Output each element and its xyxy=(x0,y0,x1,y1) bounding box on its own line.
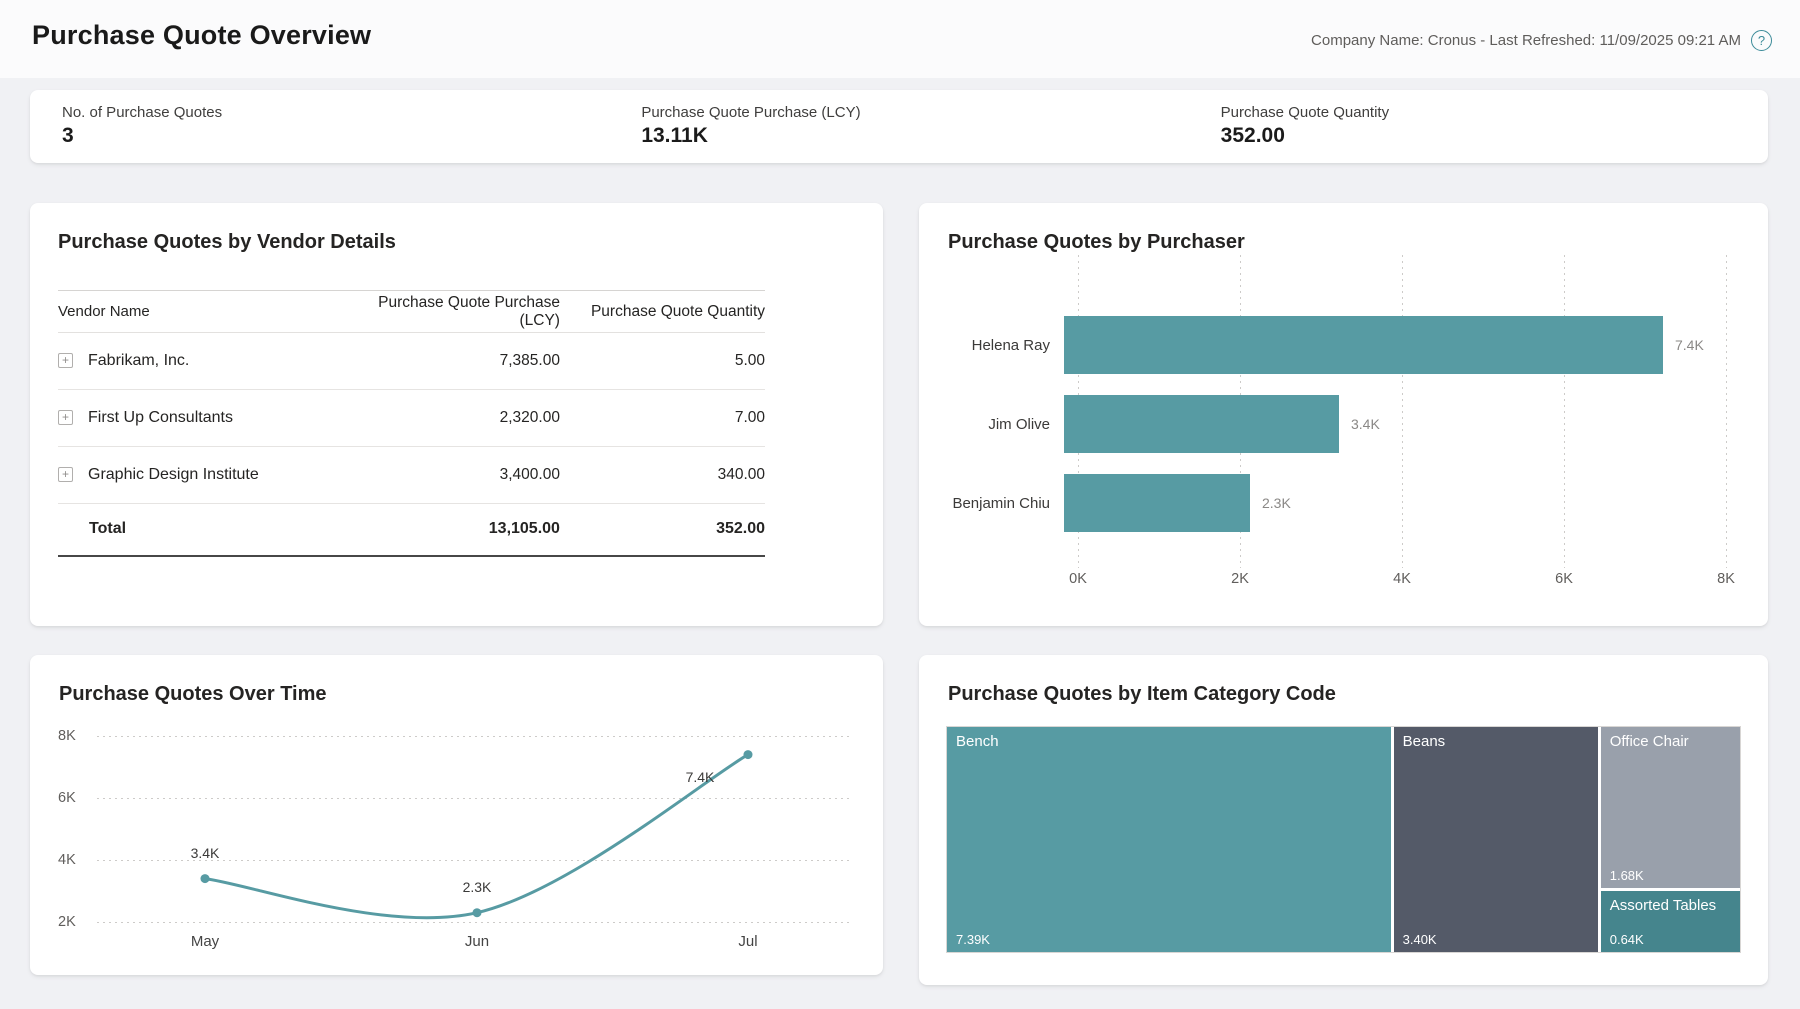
total-purchase-lcy: 13,105.00 xyxy=(376,504,560,556)
treemap-value: 0.64K xyxy=(1610,932,1644,947)
treemap-value: 1.68K xyxy=(1610,868,1644,883)
line-series xyxy=(30,655,883,975)
total-label: Total xyxy=(58,504,376,556)
kpi-purchase-quote-purchase-lcy: Purchase Quote Purchase (LCY) 13.11K xyxy=(609,90,1188,163)
x-axis-tick: 0K xyxy=(1069,571,1087,587)
quantity-value: 340.00 xyxy=(560,447,765,504)
kpi-purchase-quote-quantity: Purchase Quote Quantity 352.00 xyxy=(1189,90,1768,163)
treemap-label: Bench xyxy=(956,733,999,750)
treemap-block-assorted-tables[interactable]: Assorted Tables 0.64K xyxy=(1601,891,1740,952)
page-title: Purchase Quote Overview xyxy=(32,20,371,51)
kpi-label: Purchase Quote Quantity xyxy=(1221,104,1768,121)
vendor-details-card: Purchase Quotes by Vendor Details Vendor… xyxy=(30,203,883,626)
x-axis-tick: May xyxy=(191,933,219,950)
vendor-name: First Up Consultants xyxy=(88,409,233,426)
company-last-refreshed-text: Company Name: Cronus - Last Refreshed: 1… xyxy=(1311,32,1741,49)
visual-title: Purchase Quotes by Vendor Details xyxy=(58,231,855,254)
data-point-may[interactable] xyxy=(201,874,210,883)
x-axis-tick: Jul xyxy=(738,933,757,950)
treemap-label: Beans xyxy=(1403,733,1446,750)
treemap-label: Assorted Tables xyxy=(1610,897,1716,914)
vendor-table: Vendor Name Purchase Quote Purchase (LCY… xyxy=(58,290,765,557)
category-label: Helena Ray xyxy=(919,337,1064,354)
item-category-card: Purchase Quotes by Item Category Code Be… xyxy=(919,655,1768,985)
kpi-label: No. of Purchase Quotes xyxy=(62,104,609,121)
treemap-block-beans[interactable]: Beans 3.40K xyxy=(1394,727,1598,952)
bar-chart-plot: Helena Ray 7.4K Jim Olive 3.4K Benjamin … xyxy=(919,203,1768,626)
kpi-no-of-purchase-quotes: No. of Purchase Quotes 3 xyxy=(30,90,609,163)
column-header-vendor-name: Vendor Name xyxy=(58,291,376,333)
bar-value-label: 2.3K xyxy=(1262,495,1291,511)
quantity-value: 7.00 xyxy=(560,390,765,447)
x-axis-tick: 2K xyxy=(1231,571,1249,587)
x-axis-tick: 4K xyxy=(1393,571,1411,587)
purchase-lcy-value: 7,385.00 xyxy=(376,333,560,390)
data-point-jul[interactable] xyxy=(744,750,753,759)
data-point-label: 3.4K xyxy=(191,845,220,861)
table-row[interactable]: + Graphic Design Institute 3,400.00 340.0… xyxy=(58,447,765,504)
total-quantity: 352.00 xyxy=(560,504,765,556)
treemap: Bench 7.39K Beans 3.40K Office Chair 1.6… xyxy=(947,727,1740,952)
column-header-quantity: Purchase Quote Quantity xyxy=(560,291,765,333)
report-meta: Company Name: Cronus - Last Refreshed: 1… xyxy=(1311,30,1772,51)
bar-jim-olive[interactable] xyxy=(1064,395,1339,453)
vendor-name: Fabrikam, Inc. xyxy=(88,352,189,369)
treemap-value: 7.39K xyxy=(956,932,990,947)
over-time-chart-card: Purchase Quotes Over Time 8K 6K 4K 2K 3.… xyxy=(30,655,883,975)
purchaser-chart-card: Purchase Quotes by Purchaser Helena Ray … xyxy=(919,203,1768,626)
treemap-value: 3.40K xyxy=(1403,932,1437,947)
table-row[interactable]: + First Up Consultants 2,320.00 7.00 xyxy=(58,390,765,447)
quantity-value: 5.00 xyxy=(560,333,765,390)
kpi-value: 3 xyxy=(62,124,609,148)
bar-row-jim-olive: Jim Olive 3.4K xyxy=(919,395,1768,453)
bar-helena-ray[interactable] xyxy=(1064,316,1663,374)
data-point-label: 2.3K xyxy=(463,879,492,895)
treemap-label: Office Chair xyxy=(1610,733,1689,750)
expand-row-icon[interactable]: + xyxy=(58,467,73,482)
help-icon[interactable]: ? xyxy=(1751,30,1772,51)
visual-title: Purchase Quotes by Item Category Code xyxy=(948,683,1336,706)
table-header-row: Vendor Name Purchase Quote Purchase (LCY… xyxy=(58,291,765,333)
bar-value-label: 3.4K xyxy=(1351,416,1380,432)
purchase-lcy-value: 3,400.00 xyxy=(376,447,560,504)
kpi-strip: No. of Purchase Quotes 3 Purchase Quote … xyxy=(30,90,1768,163)
expand-row-icon[interactable]: + xyxy=(58,410,73,425)
category-label: Benjamin Chiu xyxy=(919,495,1064,512)
purchase-lcy-value: 2,320.00 xyxy=(376,390,560,447)
kpi-label: Purchase Quote Purchase (LCY) xyxy=(641,104,1188,121)
bar-value-label: 7.4K xyxy=(1675,337,1704,353)
treemap-block-bench[interactable]: Bench 7.39K xyxy=(947,727,1391,952)
treemap-block-office-chair[interactable]: Office Chair 1.68K xyxy=(1601,727,1740,888)
kpi-value: 352.00 xyxy=(1221,124,1768,148)
x-axis-tick: 8K xyxy=(1717,571,1735,587)
column-header-purchase-lcy: Purchase Quote Purchase (LCY) xyxy=(376,291,560,333)
header-bar: Purchase Quote Overview Company Name: Cr… xyxy=(0,0,1800,78)
table-total-row: Total 13,105.00 352.00 xyxy=(58,504,765,556)
x-axis-tick: 6K xyxy=(1555,571,1573,587)
bar-benjamin-chiu[interactable] xyxy=(1064,474,1250,532)
kpi-value: 13.11K xyxy=(641,124,1188,148)
treemap-column: Office Chair 1.68K Assorted Tables 0.64K xyxy=(1601,727,1740,952)
expand-row-icon[interactable]: + xyxy=(58,353,73,368)
x-axis-tick: Jun xyxy=(465,933,489,950)
data-point-jun[interactable] xyxy=(473,908,482,917)
bar-row-helena-ray: Helena Ray 7.4K xyxy=(919,316,1768,374)
vendor-name: Graphic Design Institute xyxy=(88,466,259,483)
data-point-label: 7.4K xyxy=(686,769,715,785)
category-label: Jim Olive xyxy=(919,416,1064,433)
table-row[interactable]: + Fabrikam, Inc. 7,385.00 5.00 xyxy=(58,333,765,390)
bar-row-benjamin-chiu: Benjamin Chiu 2.3K xyxy=(919,474,1768,532)
